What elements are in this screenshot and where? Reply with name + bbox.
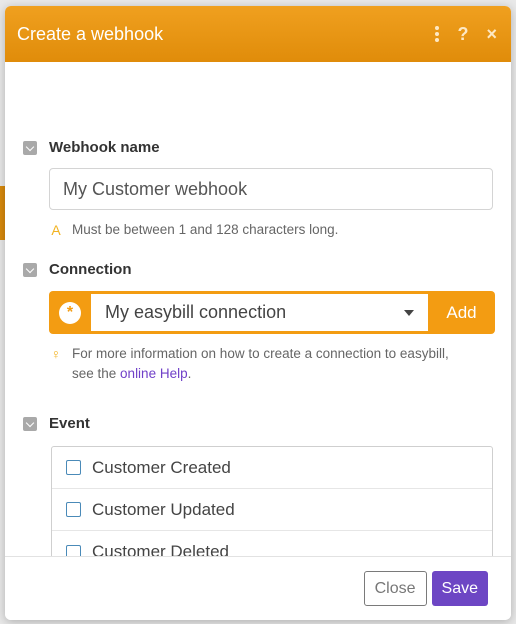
connection-hint: ♀ For more information on how to create … <box>49 344 449 384</box>
webhook-name-label: Webhook name <box>49 139 160 156</box>
connection-hint-suffix: . <box>187 366 192 381</box>
collapse-toggle-icon[interactable] <box>23 262 37 277</box>
save-button[interactable]: Save <box>431 571 488 606</box>
event-option-customer-created[interactable]: Customer Created <box>52 447 492 489</box>
easybill-app-icon-wrap: * <box>49 291 91 334</box>
warning-icon: A <box>51 222 61 238</box>
event-option-customer-updated[interactable]: Customer Updated <box>52 489 492 531</box>
help-icon[interactable]: ? <box>457 25 468 43</box>
event-option-label: Customer Updated <box>92 499 235 519</box>
event-label: Event <box>49 415 90 432</box>
dialog-footer: Close Save <box>5 556 511 620</box>
checkbox[interactable] <box>66 502 81 517</box>
dialog-body: Webhook name A Must be between 1 and 128… <box>5 62 511 575</box>
connection-hint-line2: see the online Help. <box>72 364 449 384</box>
webhook-name-hint-text: Must be between 1 and 128 characters lon… <box>72 222 339 237</box>
add-connection-button[interactable]: Add <box>428 303 495 323</box>
connection-select[interactable]: My easybill connection <box>91 294 428 331</box>
connection-selector-group: * My easybill connection Add <box>49 291 495 334</box>
create-webhook-dialog: Create a webhook ? × Webhook name A Must… <box>5 6 511 620</box>
easybill-app-icon: * <box>59 301 81 324</box>
close-icon[interactable]: × <box>486 25 497 43</box>
online-help-link[interactable]: online Help <box>120 366 188 381</box>
header-actions: ? × <box>435 25 497 43</box>
webhook-name-input[interactable] <box>49 168 493 210</box>
lightbulb-icon: ♀ <box>50 346 62 362</box>
event-header: Event <box>23 415 90 432</box>
webhook-name-header: Webhook name <box>23 139 160 156</box>
webhook-name-hint: A Must be between 1 and 128 characters l… <box>49 220 338 240</box>
more-options-icon[interactable] <box>435 26 440 42</box>
connection-header: Connection <box>23 261 132 278</box>
collapse-toggle-icon[interactable] <box>23 416 37 431</box>
checkbox[interactable] <box>66 460 81 475</box>
connection-hint-text: For more information on how to create a … <box>72 344 449 384</box>
chevron-down-icon <box>404 309 414 316</box>
connection-selected-value: My easybill connection <box>105 302 287 322</box>
collapse-toggle-icon[interactable] <box>23 140 37 155</box>
dialog-header: Create a webhook ? × <box>5 6 511 62</box>
connection-hint-prefix: see the <box>72 366 121 381</box>
connection-label: Connection <box>49 261 132 278</box>
dialog-title: Create a webhook <box>17 23 164 44</box>
event-option-label: Customer Created <box>92 457 231 477</box>
close-button[interactable]: Close <box>363 571 427 606</box>
connection-hint-line1: For more information on how to create a … <box>72 346 449 361</box>
